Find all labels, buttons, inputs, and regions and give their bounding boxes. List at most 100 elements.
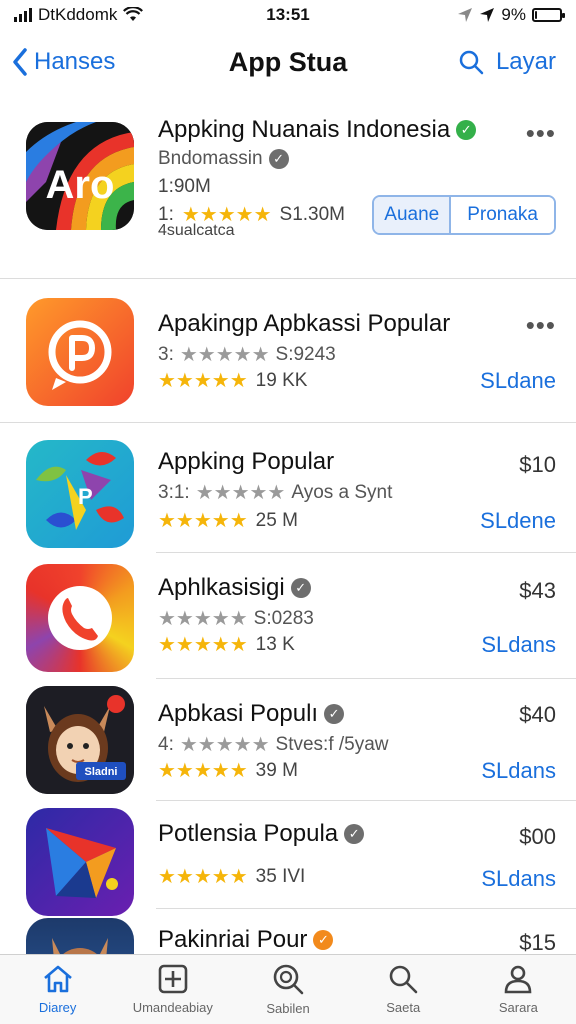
app-name: Pakinriai Pour [158,926,308,953]
search-icon [389,965,418,994]
app-subtitle: S:0283 [253,607,314,629]
divider [0,278,576,279]
verified-badge-icon: ✓ [324,704,345,724]
search-icon [459,50,484,75]
rating-count: 19 KK [255,369,308,391]
battery-percent: 9% [501,5,526,24]
pronaka-button[interactable]: Pronaka [449,197,554,233]
signal-icon [14,8,32,22]
navigation-icon [480,8,495,22]
search-circle-icon [273,964,304,995]
tab-sarara[interactable]: Sarara [461,955,576,1024]
rating-count: 13 K [255,633,295,655]
get-button[interactable]: SLdans [481,758,556,784]
app-developer: Bndomassin [158,148,263,169]
rating-stars: ★★★★★ [195,482,286,504]
rating-prefix: 3:1: [158,481,190,503]
list-item[interactable]: Pakinriai Pour ✓ $15 [0,910,576,954]
tab-umandeabiay[interactable]: Umandeabiay [115,955,230,1024]
tab-label: Sarara [498,1000,538,1015]
wifi-icon [123,7,144,21]
app-icon [26,298,134,406]
app-subtitle: Stves:f /5yaw [275,733,389,755]
divider [156,908,576,909]
divider [156,800,576,801]
action-button-group: Auane Pronaka [372,195,556,235]
app-icon [26,918,134,954]
rating-count: 35 IVI [255,865,306,887]
icon-label: Sladni [84,766,117,778]
tab-saeta[interactable]: Saeta [346,955,461,1024]
auane-button[interactable]: Auane [374,197,450,233]
app-price: $43 [519,578,556,603]
app-subtitle: Ayos a Synt [291,481,393,503]
location-icon [458,8,473,22]
rating-stars: ★★★★★ [158,866,248,888]
get-button[interactable]: SLdane [480,368,556,394]
get-button[interactable]: SLdans [481,866,556,892]
app-price: $40 [519,702,556,727]
status-bar: DtKddomk 13:51 9% [0,0,576,30]
app-name: Apbkasi Populı [158,700,319,727]
verified-badge-icon: ✓ [313,930,334,950]
verified-badge-icon: ✓ [456,120,477,140]
get-button[interactable]: SLdene [480,508,556,534]
app-icon [26,564,134,672]
tab-label: Saeta [386,1000,421,1015]
search-label: Layar [495,48,556,75]
app-price: $00 [519,824,556,849]
list-item[interactable]: Sladni Apbkasi Populı ✓ 4: ★★★★★ Stves:f… [0,680,576,800]
search-button[interactable]: Layar [458,48,556,76]
app-price: $15 [519,930,556,954]
more-options-button[interactable]: ••• [526,310,556,341]
tab-label: Umandeabiay [132,1000,213,1015]
app-icon: P [26,440,134,548]
app-icon: Aro [26,122,134,230]
app-name: Aphlkasisigi [158,574,285,601]
tab-label: Diarey [38,1000,77,1015]
chevron-left-icon [13,48,27,76]
divider [156,678,576,679]
back-label: Hanses [34,48,116,75]
rating-stars: ★★★★★ [158,760,248,782]
tab-bar: Diarey Umandeabiay Sabilen Saeta Sarara [0,954,576,1024]
app-size: 1:90M [158,176,211,197]
list-item[interactable]: Aphlkasisigi ✓ ★★★★★ S:0283 ★★★★★ 13 K $… [0,554,576,678]
rating-stars: ★★★★★ [158,634,248,656]
list-item[interactable]: P Appking Popular 3:1: ★★★★★ Ayos a Synt… [0,424,576,552]
rating-count: S1.30M [279,203,345,225]
app-icon [26,808,134,916]
svg-text:Aro: Aro [46,163,115,207]
person-icon [505,965,532,994]
rating-prefix: 4: [158,733,174,755]
svg-text:P: P [78,484,93,509]
app-name: Appking Popular [158,448,335,475]
app-price: $10 [519,452,556,477]
list-item[interactable]: Aro Appking Nuanais Indonesia ✓ Bndomass… [0,100,576,278]
app-icon: Sladni [26,686,134,794]
rating-stars: ★★★★★ [158,370,248,392]
rating-count: 39 M [255,759,298,781]
rating-stars: ★★★★★ [158,510,248,532]
rating-count: 25 M [255,509,298,531]
list-item[interactable]: Potlensia Popula ✓ ★★★★★ 35 IVI $00 SLda… [0,802,576,916]
divider [0,422,576,423]
tab-diarey[interactable]: Diarey [0,955,115,1024]
carrier-label: DtKddomk [38,5,118,24]
app-subtitle: S:9243 [275,343,336,365]
app-name: Appking Nuanais Indonesia [158,116,451,143]
back-button[interactable]: Hanses [12,48,115,76]
battery-icon [532,8,565,22]
home-icon [43,965,72,993]
list-item[interactable]: Apakingp Apbkassi Popular 3: ★★★★★ S:924… [0,280,576,422]
app-category: 4sualcatca [158,222,235,239]
more-options-button[interactable]: ••• [526,118,556,149]
divider [156,552,576,553]
rating-prefix: 3: [158,343,174,365]
app-name: Apakingp Apbkassi Popular [158,310,451,337]
rating-stars: ★★★★★ [179,734,270,756]
verified-badge-icon: ✓ [290,578,311,598]
plus-square-icon [158,964,188,994]
tab-sabilen[interactable]: Sabilen [230,955,345,1024]
get-button[interactable]: SLdans [481,632,556,658]
